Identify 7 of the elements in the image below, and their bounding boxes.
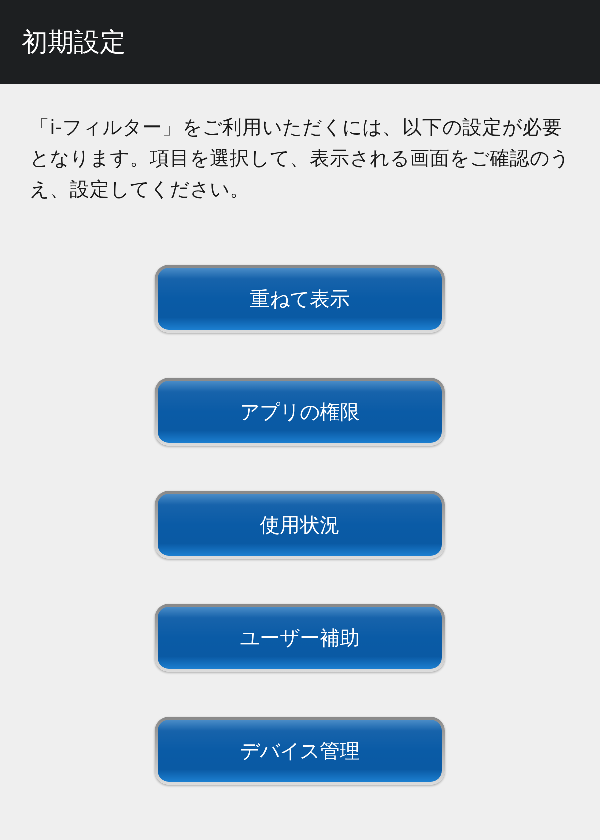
instruction-text: 「i-フィルター」をご利用いただくには、以下の設定が必要となります。項目を選択して、表示される画面をご確認のうえ、設定してください。 <box>30 115 570 203</box>
setting-button[interactable]: 使用状況 <box>158 494 442 556</box>
setting-button[interactable]: ユーザー補助 <box>158 607 442 669</box>
screen-title: 初期設定 <box>22 26 126 60</box>
setting-button[interactable]: 重ねて表示 <box>158 268 442 330</box>
setting-button[interactable]: アプリの権限 <box>158 381 442 443</box>
setting-button[interactable]: デバイス管理 <box>158 720 442 782</box>
